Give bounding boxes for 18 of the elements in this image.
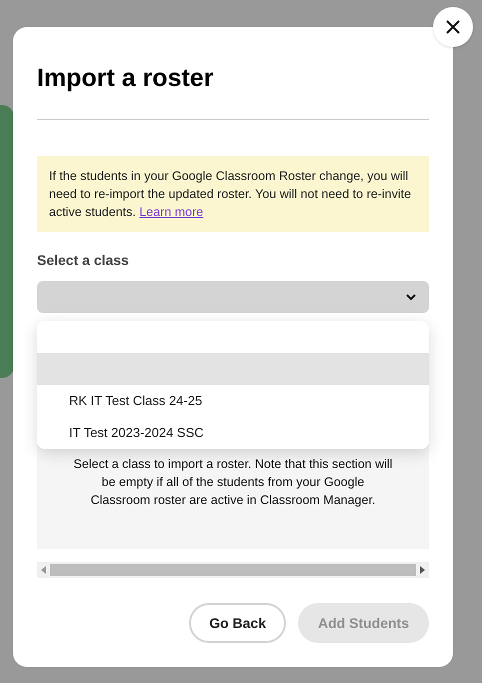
notice-message: If the students in your Google Classroom Roster change, you will need to re-import the updated roster. You will not need to re-invite active students. Learn more (37, 156, 429, 232)
close-icon (446, 20, 460, 34)
scroll-left-icon[interactable] (41, 566, 46, 574)
dialog-title: Import a roster (37, 63, 214, 93)
dropdown-option[interactable]: IT Test 2023-2024 SSC (37, 417, 429, 449)
close-button[interactable] (433, 7, 473, 47)
learn-more-link[interactable]: Learn more (139, 205, 204, 219)
dialog-button[interactable]: Go Back (189, 603, 286, 643)
horizontal-scrollbar[interactable] (37, 562, 429, 578)
class-select[interactable] (37, 281, 429, 313)
chevron-down-icon (405, 293, 417, 301)
dropdown-option[interactable]: RK IT Test Class 24-25 (37, 385, 429, 417)
dropdown-option[interactable] (37, 353, 429, 385)
field-label: Select a class (37, 251, 130, 270)
scrollbar-thumb[interactable] (50, 564, 416, 576)
empty-message: Select a class to import a roster. Note that this section will be empty if all of the students from your Google Classroom roster are active in Classroom Manager. (73, 456, 393, 509)
dropdown-option[interactable] (37, 321, 429, 353)
scroll-right-icon[interactable] (420, 566, 425, 574)
